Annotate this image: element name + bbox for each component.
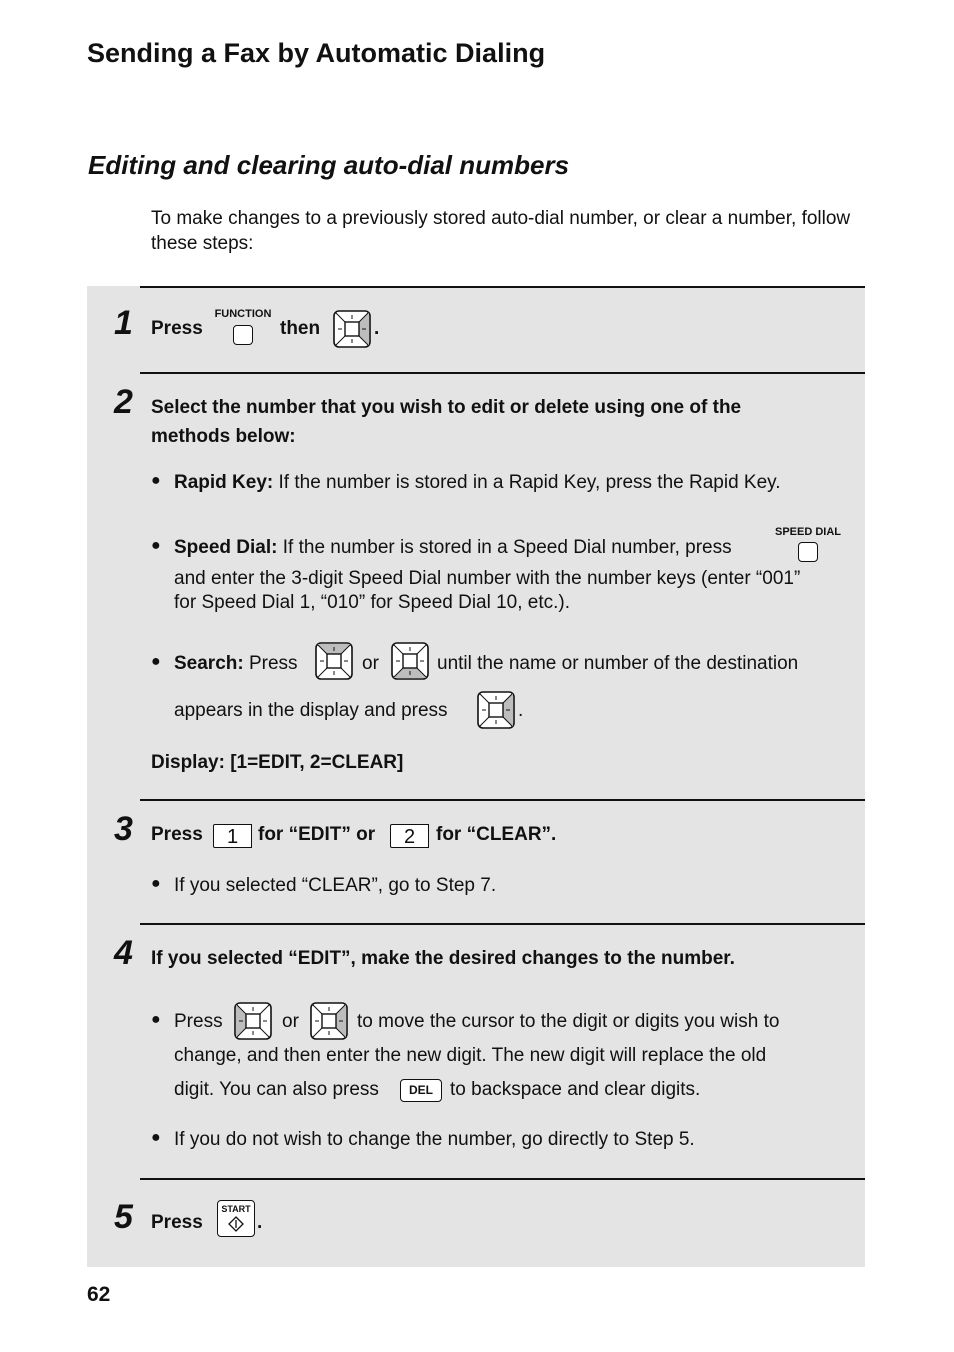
step2-heading-line2: methods below: [151,426,296,447]
function-key-icon[interactable] [233,325,253,345]
step4-heading: If you selected “EDIT”, make the desired… [151,948,735,969]
navigation-pad-down-icon[interactable] [390,641,430,681]
search-text-line2: appears in the display and press [174,700,448,721]
step-number: 2 [114,383,133,421]
page-title: Sending a Fax by Automatic Dialing [87,38,546,68]
start-key-label: START [221,1204,251,1214]
step5-press: Press [151,1212,203,1233]
page-number: 62 [87,1283,111,1306]
navigation-pad-left-icon[interactable] [233,1001,273,1041]
step3-bullet: If you selected “CLEAR”, go to Step 7. [174,875,497,896]
step3-press: Press [151,824,203,845]
step-number: 1 [114,304,133,342]
rapid-key-label: Rapid Key: [174,472,274,493]
search-label: Search: [174,653,244,674]
step4-text-line3b: to backspace and clear digits. [450,1079,701,1100]
intro-text: To make changes to a previously stored a… [151,208,851,254]
step4-text-line3a: digit. You can also press [174,1079,379,1100]
function-key-label: FUNCTION [214,308,272,320]
step4-press: Press [174,1011,223,1032]
bullet: ● [151,537,161,554]
step-number: 3 [114,810,133,848]
step1-press: Press [151,318,203,339]
start-diamond-icon [228,1216,244,1232]
start-key[interactable]: START [217,1200,255,1237]
step4-text-line1: to move the cursor to the digit or digit… [357,1011,780,1032]
divider [140,799,865,801]
search-text-line1: until the name or number of the destinat… [437,653,799,674]
step4-or: or [282,1011,299,1032]
search-press: Press [248,653,298,674]
speed-dial-key-icon[interactable] [798,542,818,562]
step1-then: then [280,318,321,339]
speed-dial-label: Speed Dial: [174,537,278,558]
bullet: ● [151,653,161,670]
navigation-pad-up-icon[interactable] [314,641,354,681]
bullet: ● [151,1129,161,1146]
speed-dial-key-label: SPEED DIAL [774,526,841,538]
divider [140,372,865,374]
navigation-pad-right-icon[interactable] [309,1001,349,1041]
key-2[interactable]: 2 [390,824,429,848]
step5-period: . [257,1212,263,1233]
rapid-key-text: If the number is stored in a Rapid Key, … [278,472,781,493]
del-key[interactable]: DEL [400,1079,442,1102]
step3-for-edit: for “EDIT” or [258,824,376,845]
divider [140,1178,865,1180]
speed-dial-text-line2: and enter the 3-digit Speed Dial number … [174,568,801,589]
step3-for-clear: for “CLEAR”. [436,824,557,845]
search-period: . [518,700,524,721]
step-number: 4 [114,934,133,972]
search-or: or [362,653,379,674]
navigation-pad-icon[interactable] [332,309,372,349]
divider [140,286,865,288]
display-text: Display: [1=EDIT, 2=CLEAR] [151,752,404,773]
divider [140,923,865,925]
key-1[interactable]: 1 [213,824,252,848]
search-item: Search: Press [174,651,298,676]
bullet: ● [151,472,161,489]
bullet: ● [151,875,161,892]
speed-dial-text: If the number is stored in a Speed Dial … [282,537,732,558]
step1-period: . [374,318,380,339]
bullet: ● [151,1011,161,1028]
speed-dial-text-line3: for Speed Dial 1, “010” for Speed Dial 1… [174,592,571,613]
navigation-pad-icon[interactable] [476,690,516,730]
step-number: 5 [114,1198,133,1236]
step4-text-line2: change, and then enter the new digit. Th… [174,1045,767,1066]
step4-bullet2: If you do not wish to change the number,… [174,1129,695,1150]
step2-heading-line1: Select the number that you wish to edit … [151,397,742,418]
rapid-key-item: Rapid Key: If the number is stored in a … [174,470,781,495]
speed-dial-item: Speed Dial: If the number is stored in a… [174,535,732,560]
section-title: Editing and clearing auto-dial numbers [88,150,570,180]
